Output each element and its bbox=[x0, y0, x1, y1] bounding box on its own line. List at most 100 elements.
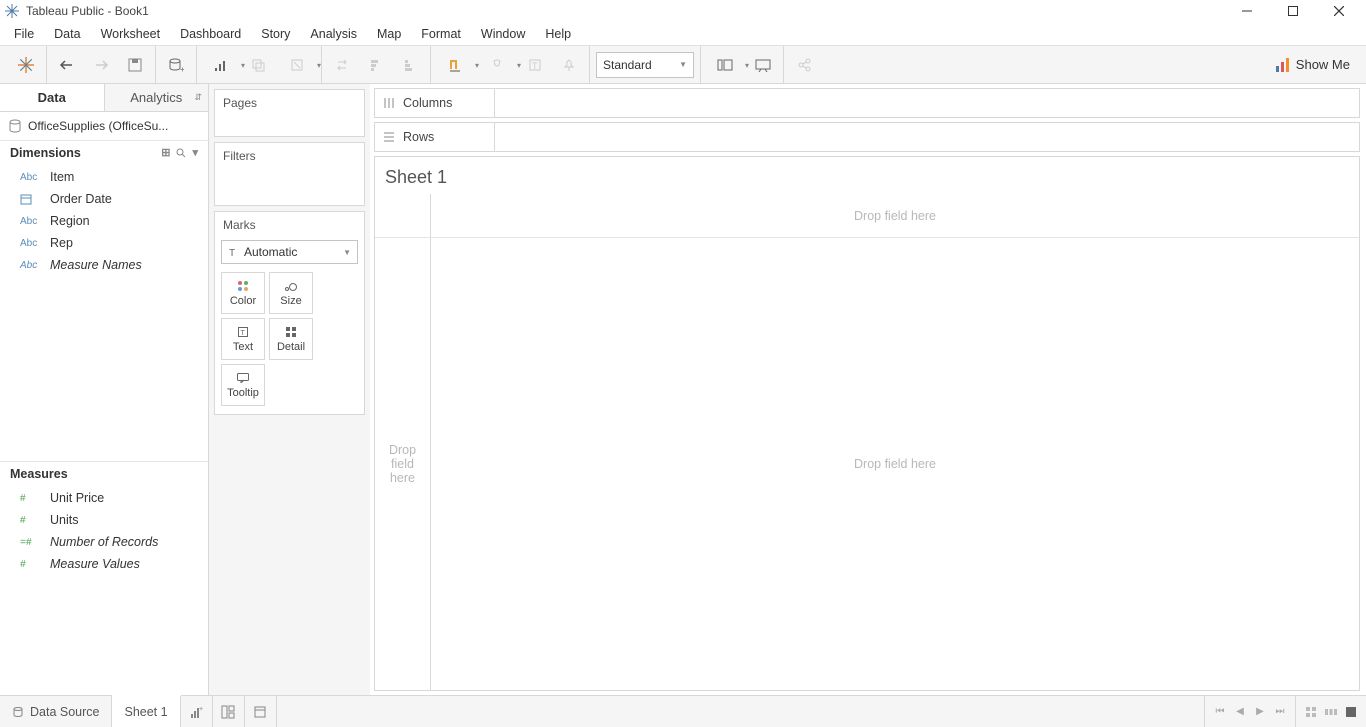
text-icon: T bbox=[238, 325, 248, 339]
close-button[interactable] bbox=[1316, 0, 1362, 22]
view-mode bbox=[1295, 696, 1366, 727]
field-region[interactable]: AbcRegion bbox=[0, 210, 208, 232]
datasource-item[interactable]: OfficeSupplies (OfficeSu... bbox=[0, 112, 208, 140]
tableau-logo-icon bbox=[4, 3, 20, 19]
field-units[interactable]: #Units bbox=[0, 509, 208, 531]
maximize-button[interactable] bbox=[1270, 0, 1316, 22]
swap-button[interactable] bbox=[328, 51, 356, 79]
database-icon bbox=[8, 119, 22, 133]
mark-color[interactable]: Color bbox=[221, 272, 265, 314]
menu-file[interactable]: File bbox=[4, 22, 44, 46]
abc-icon: Abc bbox=[20, 260, 42, 271]
window-title: Tableau Public - Book1 bbox=[26, 4, 1224, 18]
svg-text:+: + bbox=[199, 706, 203, 713]
abc-icon: Abc bbox=[20, 216, 42, 227]
number-icon: # bbox=[20, 515, 42, 526]
field-order-date[interactable]: Order Date bbox=[0, 188, 208, 210]
redo-button[interactable] bbox=[87, 51, 115, 79]
svg-text:T: T bbox=[532, 61, 538, 71]
mark-tooltip[interactable]: Tooltip bbox=[221, 364, 265, 406]
mark-type-select[interactable]: TAutomatic ▼ bbox=[221, 240, 358, 264]
show-me-button[interactable]: Show Me bbox=[1266, 57, 1360, 72]
filters-card[interactable]: Filters bbox=[214, 142, 365, 206]
undo-button[interactable] bbox=[53, 51, 81, 79]
field-unit-price[interactable]: #Unit Price bbox=[0, 487, 208, 509]
sort-desc-button[interactable] bbox=[396, 51, 424, 79]
new-worksheet-button[interactable]: ▾ bbox=[203, 51, 239, 79]
duplicate-button[interactable] bbox=[245, 51, 273, 79]
labels-button[interactable]: T bbox=[521, 51, 549, 79]
dimensions-header: Dimensions ⊞▾ bbox=[0, 140, 208, 164]
measures-header: Measures bbox=[0, 461, 208, 485]
drop-rows-area[interactable]: Drop field here bbox=[375, 238, 431, 690]
marks-card: Marks TAutomatic ▼ Color Size TText Deta… bbox=[214, 211, 365, 415]
search-icon[interactable] bbox=[176, 148, 186, 158]
tab-analytics[interactable]: Analytics⇵ bbox=[104, 84, 209, 111]
menu-worksheet[interactable]: Worksheet bbox=[91, 22, 171, 46]
menu-analysis[interactable]: Analysis bbox=[300, 22, 367, 46]
field-number-of-records[interactable]: =#Number of Records bbox=[0, 531, 208, 553]
menu-dashboard[interactable]: Dashboard bbox=[170, 22, 251, 46]
filmstrip-view-icon[interactable] bbox=[1324, 705, 1338, 719]
tab-data[interactable]: Data bbox=[0, 84, 104, 111]
toolbar: + ▾ ▾ ▾ ▾ T Standard▼ ▾ Show Me bbox=[0, 46, 1366, 84]
drop-columns-area[interactable]: Drop field here bbox=[431, 194, 1359, 238]
presentation-button[interactable] bbox=[749, 51, 777, 79]
new-dashboard-tab[interactable] bbox=[213, 696, 245, 727]
slide-view-icon[interactable] bbox=[1344, 705, 1358, 719]
group-button[interactable]: ▾ bbox=[479, 51, 515, 79]
menu-map[interactable]: Map bbox=[367, 22, 411, 46]
new-story-tab[interactable] bbox=[245, 696, 277, 727]
mark-text[interactable]: TText bbox=[221, 318, 265, 360]
fit-select[interactable]: Standard▼ bbox=[596, 52, 694, 78]
tab-datasource[interactable]: Data Source bbox=[0, 696, 112, 727]
color-icon bbox=[237, 279, 249, 293]
number-icon: # bbox=[20, 559, 42, 570]
svg-text:T: T bbox=[229, 248, 235, 257]
field-rep[interactable]: AbcRep bbox=[0, 232, 208, 254]
mark-size[interactable]: Size bbox=[269, 272, 313, 314]
sheet-title[interactable]: Sheet 1 bbox=[375, 157, 1359, 194]
text-icon: T bbox=[228, 247, 238, 257]
menu-icon[interactable]: ▾ bbox=[192, 146, 198, 159]
cards-column: Pages Filters Marks TAutomatic ▼ Color S… bbox=[209, 84, 370, 695]
mark-detail[interactable]: Detail bbox=[269, 318, 313, 360]
tab-sheet-1[interactable]: Sheet 1 bbox=[112, 695, 180, 727]
menu-data[interactable]: Data bbox=[44, 22, 90, 46]
field-measure-values[interactable]: #Measure Values bbox=[0, 553, 208, 575]
save-button[interactable] bbox=[121, 51, 149, 79]
rows-shelf[interactable]: Rows bbox=[374, 122, 1360, 152]
highlight-button[interactable]: ▾ bbox=[437, 51, 473, 79]
new-datasource-button[interactable]: + bbox=[162, 51, 190, 79]
sort-asc-button[interactable] bbox=[362, 51, 390, 79]
view-icon[interactable]: ⊞ bbox=[161, 146, 170, 159]
pages-card[interactable]: Pages bbox=[214, 89, 365, 137]
new-worksheet-tab[interactable]: + bbox=[181, 696, 213, 727]
minimize-button[interactable] bbox=[1224, 0, 1270, 22]
tableau-home-icon[interactable] bbox=[12, 51, 40, 79]
field-measure-names[interactable]: AbcMeasure Names bbox=[0, 254, 208, 276]
calc-number-icon: =# bbox=[20, 537, 42, 548]
number-icon: # bbox=[20, 493, 42, 504]
menu-help[interactable]: Help bbox=[535, 22, 581, 46]
menu-story[interactable]: Story bbox=[251, 22, 300, 46]
nav-last-icon[interactable]: ⏭ bbox=[1273, 705, 1287, 719]
field-item[interactable]: AbcItem bbox=[0, 166, 208, 188]
columns-shelf[interactable]: Columns bbox=[374, 88, 1360, 118]
nav-next-icon[interactable]: ▶ bbox=[1253, 705, 1267, 719]
svg-text:T: T bbox=[241, 330, 246, 337]
nav-first-icon[interactable]: ⏮ bbox=[1213, 705, 1227, 719]
pin-button[interactable] bbox=[555, 51, 583, 79]
clear-button[interactable]: ▾ bbox=[279, 51, 315, 79]
show-me-icon bbox=[1276, 58, 1290, 72]
dimensions-list: AbcItem Order Date AbcRegion AbcRep AbcM… bbox=[0, 164, 208, 278]
share-button[interactable] bbox=[790, 51, 818, 79]
nav-prev-icon[interactable]: ◀ bbox=[1233, 705, 1247, 719]
drop-main-area[interactable]: Drop field here bbox=[431, 238, 1359, 690]
menu-window[interactable]: Window bbox=[471, 22, 535, 46]
show-cards-button[interactable]: ▾ bbox=[707, 51, 743, 79]
menu-format[interactable]: Format bbox=[411, 22, 471, 46]
grid-view-icon[interactable] bbox=[1304, 705, 1318, 719]
abc-icon: Abc bbox=[20, 172, 42, 183]
sheet-view[interactable]: Sheet 1 Drop field here Drop field here … bbox=[374, 156, 1360, 691]
